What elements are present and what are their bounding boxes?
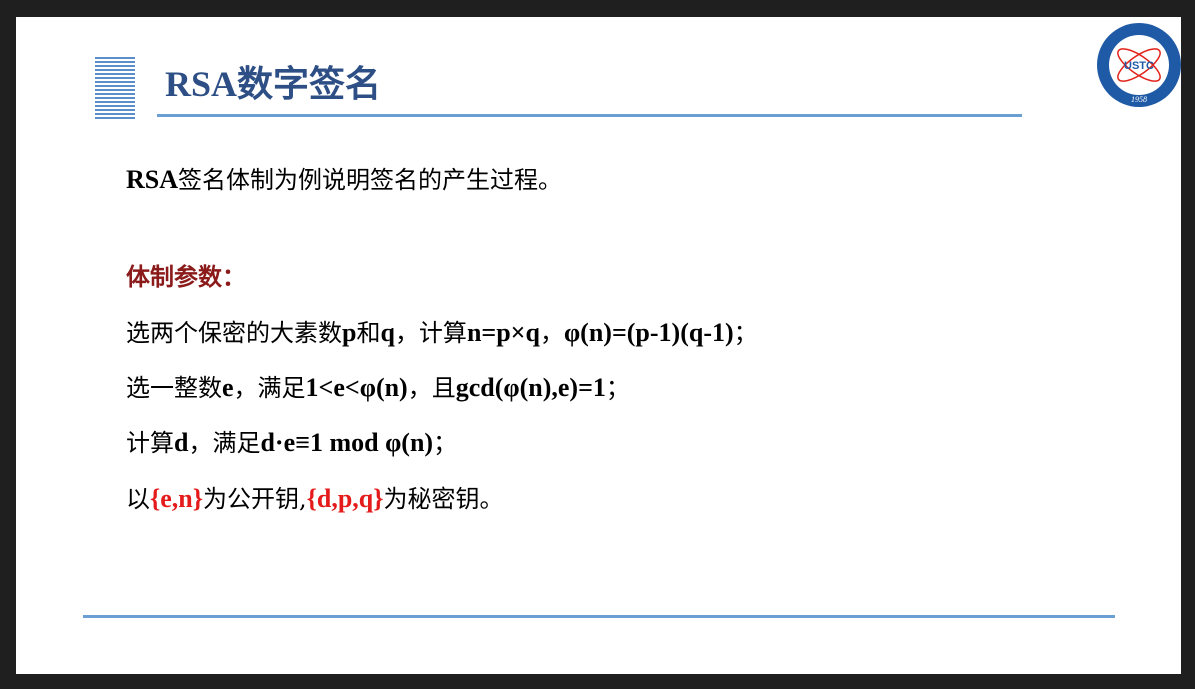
title-stripes-decoration	[95, 57, 135, 119]
step-2-line: 选一整数e，满足1<e<φ(n)，且gcd(φ(n),e)=1；	[126, 373, 630, 402]
public-key: {e,n}	[150, 484, 203, 513]
intro-line: RSA签名体制为例说明签名的产生过程。	[126, 165, 563, 194]
footer-divider	[83, 615, 1115, 618]
logo-text: USTC	[1124, 60, 1154, 72]
slide: RSA数字签名 USTC 1958 RSA签名体制为例说明签名的产生过程。 体制…	[16, 17, 1181, 674]
step-3-line: 计算d，满足d·e≡1 mod φ(n)；	[126, 428, 458, 457]
step-1-line: 选两个保密的大素数p和q，计算n=p×q，φ(n)=(p-1)(q-1)；	[126, 318, 758, 347]
slide-title: RSA数字签名	[165, 64, 382, 104]
step-4-line: 以{e,n}为公开钥,{d,p,q}为秘密钥。	[126, 484, 504, 513]
private-key: {d,p,q}	[306, 484, 384, 513]
params-heading: 体制参数：	[126, 262, 246, 291]
logo-year: 1958	[1131, 95, 1147, 104]
university-seal-icon: USTC 1958	[1097, 23, 1181, 107]
title-underline	[157, 114, 1022, 117]
